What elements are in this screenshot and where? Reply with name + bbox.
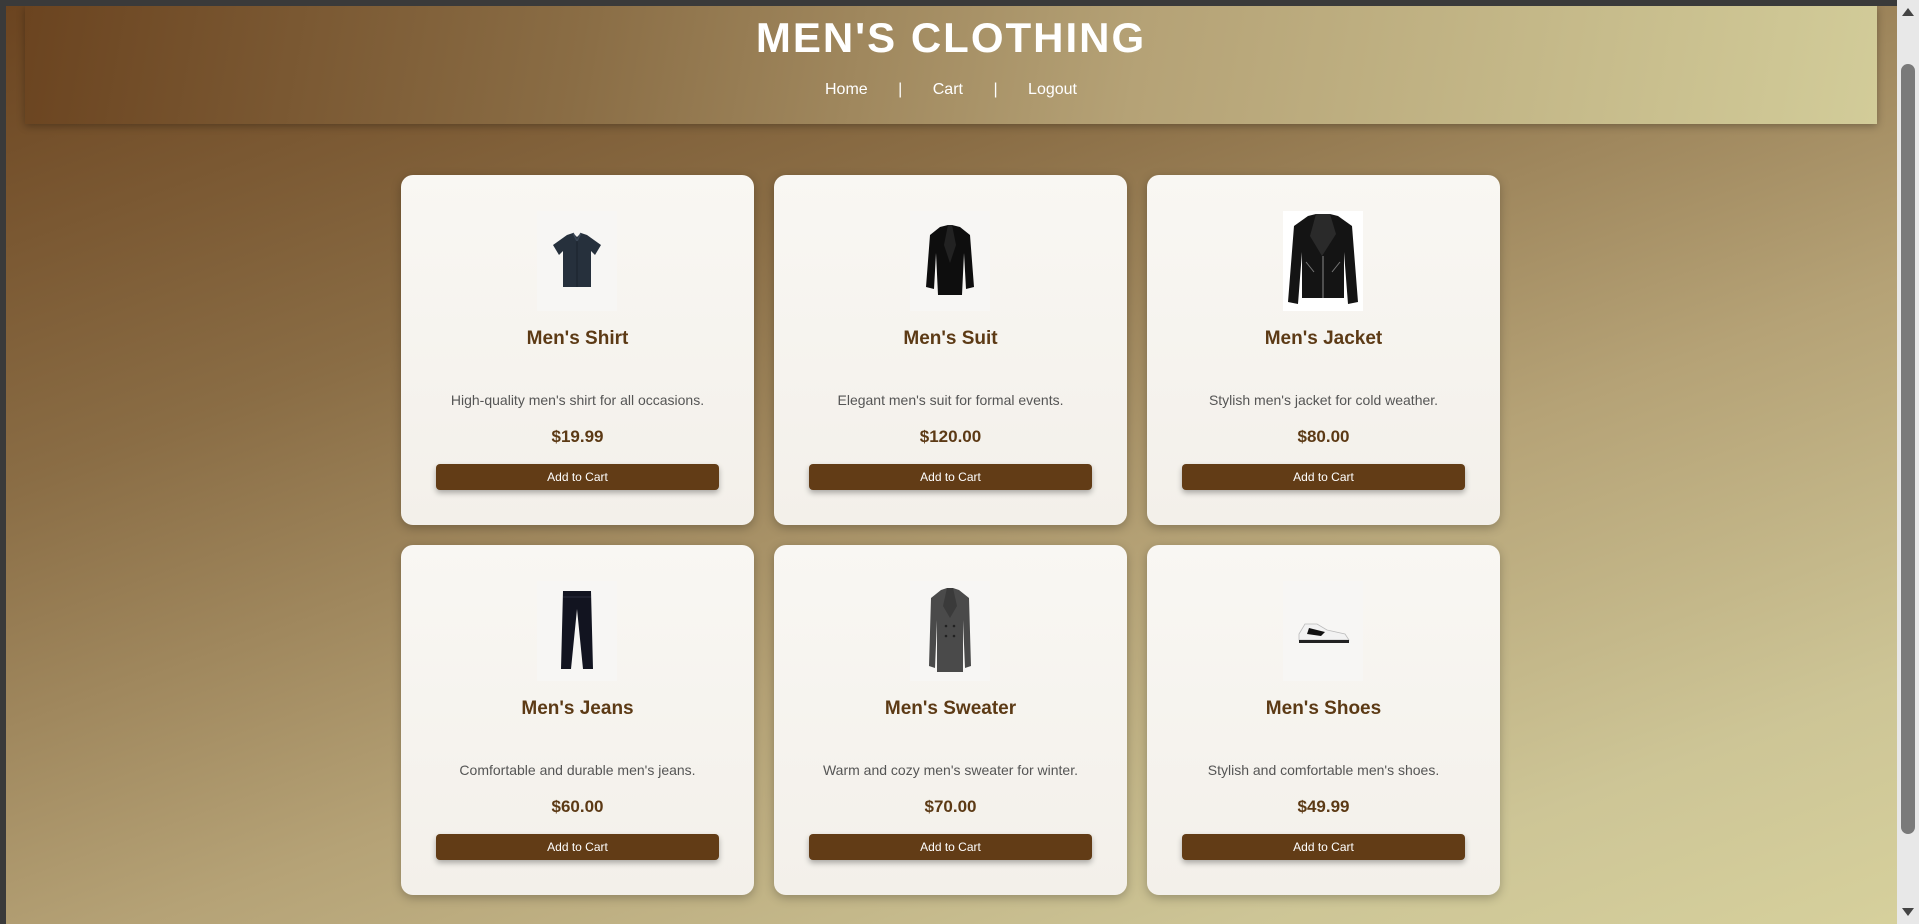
nav-separator: | (993, 81, 998, 98)
add-to-cart-button[interactable]: Add to Cart (809, 464, 1092, 490)
add-to-cart-button[interactable]: Add to Cart (1182, 464, 1465, 490)
product-name: Men's Jacket (1264, 328, 1383, 349)
main-nav: Home | Cart | Logout (25, 81, 1877, 99)
vertical-scrollbar[interactable] (1897, 0, 1919, 924)
product-card: Men's Jeans Comfortable and durable men'… (401, 545, 754, 895)
product-card: Men's Suit Elegant men's suit for formal… (774, 175, 1127, 525)
shirt-image (537, 211, 617, 311)
product-price: $120.00 (919, 427, 982, 446)
add-to-cart-button[interactable]: Add to Cart (809, 834, 1092, 860)
product-name: Men's Shirt (526, 328, 629, 349)
product-price: $70.00 (924, 797, 977, 816)
scroll-up-arrow-icon[interactable] (1902, 8, 1914, 16)
scroll-down-arrow-icon[interactable] (1902, 908, 1914, 916)
product-price: $49.99 (1297, 797, 1350, 816)
product-price: $80.00 (1297, 427, 1350, 446)
product-description: Elegant men's suit for formal events. (837, 392, 1064, 408)
product-description: Stylish men's jacket for cold weather. (1208, 392, 1439, 408)
product-card: Men's Shoes Stylish and comfortable men'… (1147, 545, 1500, 895)
scrollbar-thumb[interactable] (1901, 64, 1915, 834)
product-name: Men's Shoes (1265, 698, 1382, 719)
add-to-cart-button[interactable]: Add to Cart (436, 464, 719, 490)
coat-image (910, 581, 990, 681)
nav-logout-link[interactable]: Logout (1024, 81, 1081, 98)
jeans-image (537, 581, 617, 681)
add-to-cart-button[interactable]: Add to Cart (436, 834, 719, 860)
product-name: Men's Suit (903, 328, 998, 349)
product-card: Men's Jacket Stylish men's jacket for co… (1147, 175, 1500, 525)
product-price: $60.00 (551, 797, 604, 816)
page-title: MEN'S CLOTHING (755, 14, 1147, 61)
jacket-image (1283, 211, 1363, 311)
nav-home-link[interactable]: Home (821, 81, 872, 98)
product-description: Warm and cozy men's sweater for winter. (822, 762, 1078, 778)
suit-image (910, 211, 990, 311)
page-viewport: MEN'S CLOTHING Home | Cart | Logout Men'… (6, 6, 1897, 924)
sneaker-image (1283, 581, 1363, 681)
product-name: Men's Jeans (521, 698, 634, 719)
nav-separator: | (898, 81, 903, 98)
product-price: $19.99 (551, 427, 604, 446)
product-description: Stylish and comfortable men's shoes. (1207, 762, 1440, 778)
product-card: Men's Sweater Warm and cozy men's sweate… (774, 545, 1127, 895)
product-card: Men's Shirt High-quality men's shirt for… (401, 175, 754, 525)
add-to-cart-button[interactable]: Add to Cart (1182, 834, 1465, 860)
product-description: Comfortable and durable men's jeans. (459, 762, 696, 778)
product-name: Men's Sweater (884, 698, 1017, 719)
nav-cart-link[interactable]: Cart (929, 81, 967, 98)
product-grid: Men's Shirt High-quality men's shirt for… (401, 175, 1508, 895)
site-header: MEN'S CLOTHING Home | Cart | Logout (25, 6, 1877, 124)
product-description: High-quality men's shirt for all occasio… (450, 392, 705, 408)
